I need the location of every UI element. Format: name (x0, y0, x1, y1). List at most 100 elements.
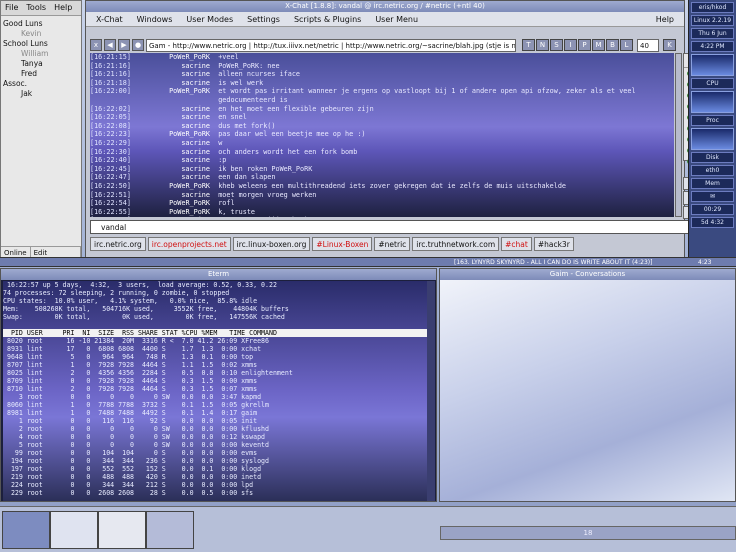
mode-button[interactable]: I (564, 39, 577, 51)
message-input[interactable]: vandal (90, 220, 736, 234)
menu-scripts-plugins[interactable]: Scripts & Plugins (294, 15, 361, 24)
nick[interactable]: PoWeR_PoRK (134, 199, 210, 208)
ban-icon[interactable]: ● (132, 39, 144, 51)
buddy-menubar: File Tools Help (1, 1, 81, 16)
timestamp: [16:21:16] (90, 61, 131, 70)
chat-text-area[interactable]: [16:21:15] PoWeR_PoRK +veel [16:21:16] sacr… (90, 53, 674, 217)
channel-tab[interactable]: irc.truthnetwork.com (412, 237, 500, 251)
terminal-scrollbar[interactable] (427, 281, 435, 501)
nick[interactable]: sacrine (134, 105, 210, 114)
message-text: rofl (218, 199, 235, 208)
chat-scrollbar[interactable] (675, 53, 682, 217)
xchat-titlebar[interactable]: X-Chat [1.8.8]: vandal @ irc.netric.org … (86, 1, 684, 12)
nick[interactable]: PoWeR_PoRK (134, 87, 210, 96)
top-column-header: PID USER PRI NI SIZE RSS SHARE STAT %CPU… (3, 329, 428, 337)
buddy-group[interactable]: School Luns (3, 39, 79, 49)
chat-line: [16:22:29] sacrine w (90, 139, 674, 148)
nick[interactable]: sacrine (134, 113, 210, 122)
process-row: 8060 lint 1 0 7788 7788 3732 S 0.1 1.5 0… (3, 401, 269, 409)
mode-key-button[interactable]: K (663, 39, 676, 51)
mode-button[interactable]: M (592, 39, 605, 51)
buddy-item[interactable]: Jak (3, 89, 79, 99)
process-row: 197 root 0 0 552 552 152 S 0.0 0.1 0:00 … (3, 465, 262, 473)
timestamp: [16:22:05] (90, 113, 131, 122)
nick[interactable]: sacrine (134, 62, 210, 71)
process-row: 8981 lint 1 0 7488 7488 4492 S 0.1 1.4 0… (3, 409, 258, 417)
close-channel-icon[interactable]: x (90, 39, 102, 51)
menu-tools[interactable]: Tools (26, 3, 46, 13)
chat-line: [16:22:50] PoWeR_PoRK kheb weleens een mu… (90, 182, 674, 191)
gaim-titlebar[interactable]: Gaim - Conversations (440, 269, 735, 280)
menu-user-menu[interactable]: User Menu (375, 15, 418, 24)
timestamp: [16:22:23] (90, 130, 131, 139)
nick[interactable]: PoWeR_PoRK (134, 53, 210, 62)
process-row: 8707 lint 1 0 7928 7928 4464 S 1.1 1.5 0… (3, 361, 258, 369)
buddy-group[interactable]: Good Luns (3, 19, 79, 29)
channel-tab[interactable]: #netric (374, 237, 411, 251)
nick[interactable]: PoWeR_PoRK (134, 130, 210, 139)
mode-button[interactable]: T (522, 39, 535, 51)
channel-tab[interactable]: irc.linux-boxen.org (232, 237, 311, 251)
buddy-item[interactable]: Kevin (3, 29, 79, 39)
nick[interactable]: sacrine (134, 122, 210, 131)
nick[interactable]: sacrine (134, 139, 210, 148)
nick[interactable]: sacrine (134, 165, 210, 174)
buddy-tree: Good Luns Kevin School Luns William Tanya Fre… (1, 16, 81, 102)
disk-graph (691, 128, 734, 150)
buddy-item[interactable]: Tanya (3, 59, 79, 69)
message-text: en snel (218, 113, 247, 122)
channel-tab[interactable]: #chat (501, 237, 532, 251)
nick[interactable]: PoWeR_PoRK (134, 208, 210, 217)
channel-tab[interactable]: #Linux-Boxen (312, 237, 373, 251)
nick[interactable]: sacrine (134, 148, 210, 157)
message-text: dus met fork() (218, 121, 276, 130)
chat-line: [16:22:51] sacrine moet morgen vroeg werk… (90, 191, 674, 200)
mode-button[interactable]: P (578, 39, 591, 51)
terminal-output[interactable]: 16:22:57 up 5 days, 4:32, 3 users, load … (3, 281, 428, 501)
chat-line: [16:22:40] sacrine :p (90, 156, 674, 165)
pager-desktop-2[interactable] (50, 511, 98, 549)
nick[interactable]: sacrine (134, 156, 210, 165)
gkrellm-monitor: eris/hkod Linux 2.2.19 Thu 6 Jun 4:22 PM… (688, 0, 736, 262)
menu-help[interactable]: Help (656, 15, 674, 24)
buddy-group[interactable]: Assoc. (3, 79, 79, 89)
timestamp: [16:21:18] (90, 78, 131, 87)
mode-button[interactable]: N (536, 39, 549, 51)
nick[interactable]: sacrine (134, 79, 210, 88)
message-text: gedocumenteerd is (218, 95, 288, 104)
eterm-titlebar[interactable]: Eterm (1, 269, 436, 280)
menu-user-modes[interactable]: User Modes (186, 15, 233, 24)
buddy-item[interactable]: Fred (3, 69, 79, 79)
mail-icon[interactable]: ✉ (691, 191, 734, 202)
menu-file[interactable]: File (5, 3, 18, 13)
pager-desktop-3[interactable] (98, 511, 146, 549)
nick[interactable]: sacrine (134, 173, 210, 182)
eth0-label: eth0 (691, 165, 734, 176)
topic-input[interactable]: Gam - http://www.netric.org | http://tux… (146, 38, 516, 52)
channel-tab[interactable]: #hack3r (533, 237, 574, 251)
menu-settings[interactable]: Settings (247, 15, 280, 24)
left-arrow-icon[interactable]: ◀ (104, 39, 116, 51)
right-arrow-icon[interactable]: ▶ (118, 39, 130, 51)
xchat-window: X-Chat [1.8.8]: vandal @ irc.netric.org … (85, 0, 736, 264)
channel-tab[interactable]: irc.netric.org (90, 237, 146, 251)
channel-tab[interactable]: irc.openprojects.net (147, 237, 231, 251)
pager-desktop-4[interactable] (146, 511, 194, 549)
mode-button[interactable]: B (606, 39, 619, 51)
mode-button[interactable]: L (620, 39, 633, 51)
nick[interactable]: sacrine (134, 216, 210, 217)
nick[interactable]: sacrine (134, 191, 210, 200)
message-text: is wel werk (218, 78, 264, 87)
menu-help[interactable]: Help (54, 3, 72, 13)
limit-field[interactable]: 40 (637, 38, 659, 52)
menu-windows[interactable]: Windows (137, 15, 173, 24)
nick[interactable]: PoWeR_PoRK (134, 182, 210, 191)
menu-xchat[interactable]: X-Chat (96, 15, 123, 24)
nick[interactable]: sacrine (134, 70, 210, 79)
mode-button[interactable]: S (550, 39, 563, 51)
message-text: alleen ncurses iface (218, 70, 301, 79)
timestamp: [16:22:55] (90, 207, 131, 216)
pager-desktop-1[interactable] (2, 511, 50, 549)
buddy-item[interactable]: William (3, 49, 79, 59)
